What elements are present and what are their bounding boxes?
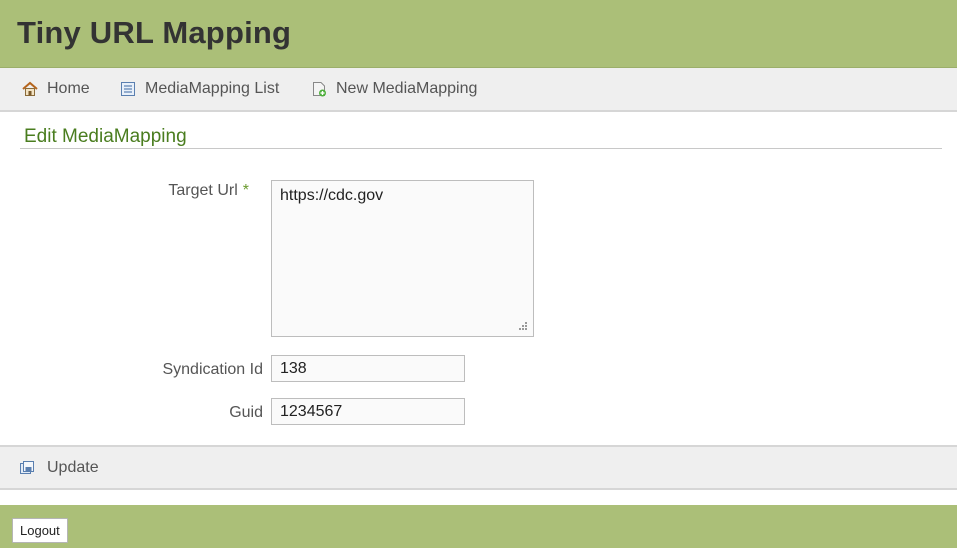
nav-item-home[interactable]: Home (21, 68, 90, 110)
target-url-label: Target Url * (79, 182, 249, 200)
guid-label: Guid (229, 404, 263, 421)
required-marker: * (242, 182, 249, 199)
action-bar: Update (0, 445, 957, 490)
new-document-icon (310, 80, 328, 98)
target-url-label-text: Target Url (168, 182, 238, 199)
home-icon (21, 80, 39, 98)
target-url-textarea[interactable]: https://cdc.gov (271, 180, 534, 337)
app-title: Tiny URL Mapping (17, 15, 292, 50)
update-label: Update (47, 458, 99, 476)
footer-bar: Logout (0, 505, 957, 548)
guid-input[interactable] (271, 398, 465, 425)
nav-item-home-label: Home (47, 80, 90, 97)
syndication-id-label: Syndication Id (162, 361, 263, 378)
list-icon (119, 80, 137, 98)
app-header: Tiny URL Mapping (0, 0, 957, 68)
nav-item-mediamapping-list[interactable]: MediaMapping List (119, 68, 279, 110)
nav-item-new-label: New MediaMapping (336, 80, 478, 97)
syndication-id-input[interactable] (271, 355, 465, 382)
update-button[interactable]: Update (18, 447, 99, 488)
logout-button[interactable]: Logout (12, 518, 68, 543)
nav-item-list-label: MediaMapping List (145, 80, 280, 97)
save-icon (18, 459, 36, 477)
nav-item-new-mediamapping[interactable]: New MediaMapping (310, 68, 477, 110)
page-title: Edit MediaMapping (20, 126, 942, 149)
nav-bar: Home MediaMapping List New MediaMapping (0, 68, 957, 112)
resize-grip-icon[interactable] (515, 320, 529, 334)
